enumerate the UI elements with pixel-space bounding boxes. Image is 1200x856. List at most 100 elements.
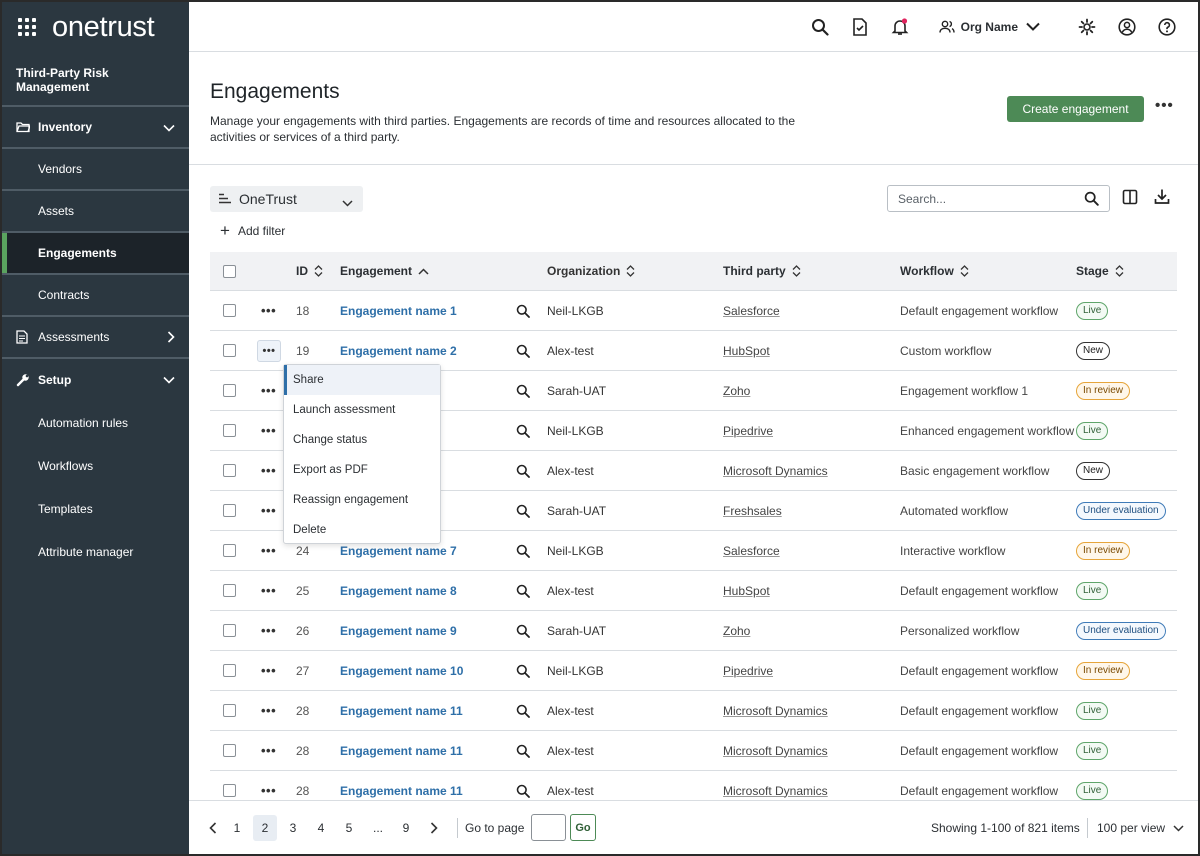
search-icon[interactable] [1084,191,1099,211]
row-checkbox[interactable] [223,371,236,410]
create-engagement-button[interactable]: Create engagement [1007,96,1144,122]
row-actions-icon[interactable]: ••• [261,663,276,678]
preview-search-icon[interactable] [516,331,530,370]
column-header-engagement[interactable]: Engagement [340,252,429,290]
preview-search-icon[interactable] [516,451,530,490]
sidebar-item-templates[interactable]: Templates [2,487,189,530]
row-checkbox[interactable] [223,291,236,330]
row-actions-icon[interactable]: ••• [261,703,276,718]
sidebar-item-assets[interactable]: Assets [2,191,189,233]
third-party-link[interactable]: Salesforce [723,291,780,330]
table-row[interactable]: ••• 25 Engagement name 8 Alex-test HubSpot De… [210,571,1177,611]
third-party-link[interactable]: Microsoft Dynamics [723,691,828,730]
row-actions[interactable]: ••• [261,491,276,530]
brand[interactable]: onetrust [2,2,189,52]
page-link[interactable]: 1 [225,815,249,841]
engagement-link[interactable]: Engagement name 10 [340,651,463,690]
sidebar-item-automation-rules[interactable]: Automation rules [2,401,189,444]
app-launcher-icon[interactable] [18,18,36,36]
row-checkbox[interactable] [223,611,236,650]
row-actions-icon[interactable]: ••• [261,423,276,438]
engagement-link[interactable]: Engagement name 11 [340,691,463,730]
table-row[interactable]: ••• 18 Engagement name 1 Neil-LKGB Salesforc… [210,291,1177,331]
columns-icon[interactable] [1122,189,1138,210]
page-link[interactable]: 4 [309,815,333,841]
sidebar-item-setup[interactable]: Setup [2,359,189,401]
menu-item-delete[interactable]: Delete [284,515,440,545]
row-actions-icon[interactable]: ••• [261,503,276,518]
row-checkbox[interactable] [223,571,236,610]
menu-item-export-pdf[interactable]: Export as PDF [284,455,440,485]
row-actions[interactable]: ••• [257,331,281,370]
row-actions[interactable]: ••• [261,411,276,450]
row-actions[interactable]: ••• [261,611,276,650]
preview-search-icon[interactable] [516,731,530,770]
row-actions[interactable]: ••• [261,731,276,770]
row-actions-icon[interactable]: ••• [261,783,276,798]
table-row[interactable]: ••• 27 Engagement name 10 Neil-LKGB Pipedriv… [210,651,1177,691]
row-checkbox[interactable] [223,731,236,770]
third-party-link[interactable]: Microsoft Dynamics [723,731,828,770]
column-header-stage[interactable]: Stage [1076,252,1124,290]
third-party-link[interactable]: Microsoft Dynamics [723,451,828,490]
go-to-page-input[interactable] [531,814,566,841]
preview-search-icon[interactable] [516,611,530,650]
table-row[interactable]: ••• 28 Engagement name 11 Alex-test Microsof… [210,691,1177,731]
preview-search-icon[interactable] [516,571,530,610]
row-checkbox[interactable] [223,491,236,530]
select-all-checkbox[interactable] [223,252,236,290]
next-page-icon[interactable] [422,815,446,841]
sidebar-item-inventory[interactable]: Inventory [2,107,189,149]
row-actions[interactable]: ••• [261,371,276,410]
row-actions-icon[interactable]: ••• [261,583,276,598]
sidebar-item-assessments[interactable]: Assessments [2,317,189,359]
scope-selector[interactable]: OneTrust [210,186,363,212]
third-party-link[interactable]: Salesforce [723,531,780,570]
column-header-third-party[interactable]: Third party [723,252,801,290]
third-party-link[interactable]: Zoho [723,371,750,410]
page-link[interactable]: 3 [281,815,305,841]
download-icon[interactable] [1154,188,1170,210]
sidebar-item-contracts[interactable]: Contracts [2,275,189,317]
third-party-link[interactable]: Pipedrive [723,411,773,450]
sidebar-item-attribute-manager[interactable]: Attribute manager [2,530,189,573]
row-checkbox[interactable] [223,691,236,730]
task-check-icon[interactable] [849,16,871,38]
engagement-link[interactable]: Engagement name 11 [340,731,463,770]
third-party-link[interactable]: Pipedrive [723,651,773,690]
row-actions-icon[interactable]: ••• [261,383,276,398]
row-actions-icon[interactable]: ••• [261,743,276,758]
row-actions[interactable]: ••• [261,651,276,690]
column-header-workflow[interactable]: Workflow [900,252,969,290]
menu-item-launch-assessment[interactable]: Launch assessment [284,395,440,425]
help-icon[interactable] [1156,16,1178,38]
row-actions-icon[interactable]: ••• [261,543,276,558]
column-header-id[interactable]: ID [296,252,323,290]
third-party-link[interactable]: HubSpot [723,331,770,370]
chevron-right-icon[interactable] [167,331,175,346]
preview-search-icon[interactable] [516,291,530,330]
third-party-link[interactable]: Zoho [723,611,750,650]
notification-bell-icon[interactable] [889,16,911,38]
page-link-current[interactable]: 2 [253,815,277,841]
sidebar-item-workflows[interactable]: Workflows [2,444,189,487]
row-checkbox[interactable] [223,331,236,370]
go-button[interactable]: Go [570,814,596,841]
column-header-organization[interactable]: Organization [547,252,635,290]
row-checkbox[interactable] [223,651,236,690]
more-options-icon[interactable]: ••• [1155,97,1174,114]
prev-page-icon[interactable] [201,815,225,841]
org-switcher[interactable]: Org Name [938,20,1046,34]
preview-search-icon[interactable] [516,531,530,570]
user-profile-icon[interactable] [1116,16,1138,38]
chevron-down-icon[interactable] [163,121,175,135]
row-actions[interactable]: ••• [261,691,276,730]
menu-item-share[interactable]: Share [284,365,440,395]
preview-search-icon[interactable] [516,691,530,730]
page-link[interactable]: 9 [394,815,418,841]
row-actions-icon[interactable]: ••• [261,303,276,318]
row-actions-icon[interactable]: ••• [261,623,276,638]
row-actions-icon[interactable]: ••• [257,339,281,362]
preview-search-icon[interactable] [516,651,530,690]
row-checkbox[interactable] [223,451,236,490]
